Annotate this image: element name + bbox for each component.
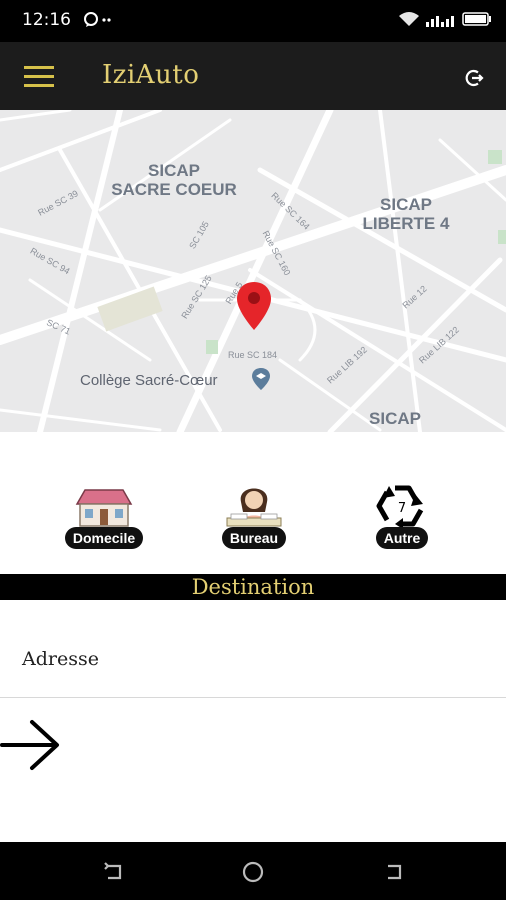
location-marker-icon[interactable] [236, 282, 272, 330]
map-label-sicap: SICAP [369, 409, 421, 428]
address-label: Adresse [22, 648, 99, 670]
back-icon[interactable] [382, 860, 406, 884]
notification-icons [84, 12, 120, 32]
place-home-button[interactable]: Domecile [56, 482, 152, 549]
status-bar: 12:16 [0, 0, 506, 42]
hamburger-menu-icon[interactable] [24, 66, 54, 88]
place-other-label: Autre [375, 527, 429, 549]
house-icon [75, 489, 133, 527]
signal-icon [426, 16, 454, 27]
app-bar: IziAuto [0, 42, 506, 110]
system-nav-bar [0, 842, 506, 900]
saved-places: Domecile Bureau 7 Autre [0, 432, 506, 574]
battery-icon [462, 12, 491, 26]
map-label-sicap-liberte-4: SICAP LIBERTE 4 [362, 195, 450, 233]
address-field[interactable]: Adresse [0, 600, 506, 698]
map-label-sicap-sacre-coeur: SICAP SACRE COEUR [111, 161, 237, 199]
school-pin-icon [252, 368, 270, 390]
place-office-button[interactable]: Bureau [212, 482, 296, 549]
logout-icon[interactable] [464, 68, 484, 88]
system-icons [398, 11, 492, 27]
place-home-label: Domecile [64, 527, 144, 549]
recent-apps-icon[interactable] [102, 860, 126, 884]
destination-title: Destination [191, 575, 315, 599]
office-worker-icon [226, 488, 282, 527]
dots-icon [102, 18, 111, 22]
destination-header: Destination [0, 574, 506, 600]
recycle-icon: 7 [376, 485, 424, 528]
svg-text:7: 7 [398, 501, 406, 516]
place-office-label: Bureau [221, 527, 287, 549]
place-other-button[interactable]: 7 Autre [364, 482, 440, 549]
chat-bubble-icon [84, 12, 98, 27]
home-icon[interactable] [241, 860, 265, 884]
map-label-college: Collège Sacré-Cœur [80, 372, 218, 389]
wifi-icon [399, 12, 419, 26]
arrow-right-icon[interactable] [0, 716, 62, 774]
app-title: IziAuto [102, 60, 200, 90]
status-time: 12:16 [22, 10, 71, 30]
map-view[interactable]: SICAP SACRE COEUR SICAP LIBERTE 4 SICAP Co… [0, 110, 506, 432]
street-label: Rue SC 184 [228, 350, 278, 360]
